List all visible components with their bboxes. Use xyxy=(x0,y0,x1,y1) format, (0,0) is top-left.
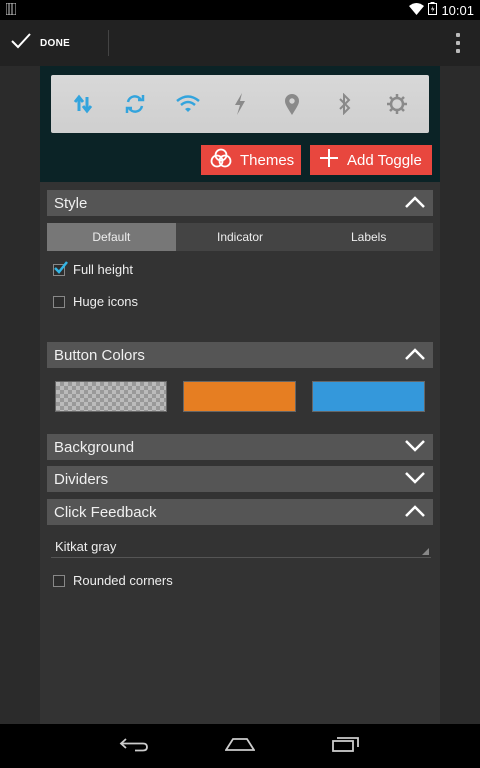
huge-icons-checkbox[interactable] xyxy=(53,295,65,308)
add-toggle-button[interactable]: Add Toggle xyxy=(310,145,432,175)
rounded-corners-option[interactable]: Rounded corners xyxy=(53,573,173,588)
chevron-down-icon xyxy=(405,439,425,456)
sync-data-icon[interactable] xyxy=(69,90,97,118)
huge-icons-label: Huge icons xyxy=(73,294,139,309)
widget-preview: Themes Add Toggle xyxy=(40,66,440,182)
full-height-option[interactable]: Full height xyxy=(53,260,133,277)
tab-indicator[interactable]: Indicator xyxy=(176,223,305,251)
wifi-icon[interactable] xyxy=(174,90,202,118)
transparent-color-swatch[interactable] xyxy=(55,381,167,412)
tab-default[interactable]: Default xyxy=(47,223,176,251)
navigation-bar xyxy=(0,724,480,768)
done-button[interactable]: DONE xyxy=(0,20,82,66)
style-section-header[interactable]: Style xyxy=(47,190,433,216)
autorotate-icon[interactable] xyxy=(121,90,149,118)
back-button[interactable] xyxy=(112,731,156,761)
chevron-up-icon xyxy=(405,347,425,364)
recent-apps-button[interactable] xyxy=(324,731,368,761)
click-feedback-dropdown[interactable]: Kitkat gray xyxy=(51,536,431,558)
wifi-signal-icon xyxy=(409,2,425,18)
battery-icon xyxy=(428,2,438,18)
home-button[interactable] xyxy=(218,731,262,761)
location-icon[interactable] xyxy=(278,90,306,118)
back-icon xyxy=(119,736,149,757)
dividers-section-title: Dividers xyxy=(54,470,109,488)
button-colors-section-title: Button Colors xyxy=(54,346,145,364)
full-height-label: Full height xyxy=(73,262,133,277)
tab-labels[interactable]: Labels xyxy=(304,223,433,251)
dividers-section-header[interactable]: Dividers xyxy=(47,466,433,492)
style-tabs: Default Indicator Labels xyxy=(47,223,433,251)
toggle-bar xyxy=(51,75,429,133)
style-section-title: Style xyxy=(54,194,88,212)
brightness-icon[interactable] xyxy=(383,90,411,118)
chevron-up-icon xyxy=(405,195,425,212)
rounded-corners-checkbox[interactable] xyxy=(53,574,65,587)
flash-icon[interactable] xyxy=(226,90,254,118)
done-label: DONE xyxy=(40,37,71,49)
checkmark-icon xyxy=(10,32,32,55)
orange-color-swatch[interactable] xyxy=(183,381,296,412)
status-bar: 10:01 xyxy=(0,0,480,20)
click-feedback-value: Kitkat gray xyxy=(55,539,117,554)
recent-apps-icon xyxy=(332,736,360,757)
overflow-menu-button[interactable] xyxy=(454,33,462,53)
action-bar: DONE xyxy=(0,20,480,66)
home-icon xyxy=(224,737,256,756)
notification-icon xyxy=(5,2,17,18)
dropdown-arrow-icon xyxy=(422,548,429,555)
background-section-title: Background xyxy=(54,438,135,456)
plus-icon xyxy=(319,148,339,172)
themes-icon xyxy=(210,148,232,172)
settings-panel: Themes Add Toggle Style Default Indicato… xyxy=(40,66,440,724)
click-feedback-section-header[interactable]: Click Feedback xyxy=(47,499,433,525)
bluetooth-icon[interactable] xyxy=(331,90,359,118)
blue-color-swatch[interactable] xyxy=(312,381,425,412)
chevron-up-icon xyxy=(405,504,425,521)
full-height-checkbox[interactable] xyxy=(53,260,68,276)
themes-label: Themes xyxy=(240,151,295,169)
chevron-down-icon xyxy=(405,471,425,488)
clock: 10:01 xyxy=(441,2,474,18)
button-colors-section-header[interactable]: Button Colors xyxy=(47,342,433,368)
add-toggle-label: Add Toggle xyxy=(347,151,422,169)
action-bar-divider xyxy=(108,30,110,56)
themes-button[interactable]: Themes xyxy=(201,145,301,175)
click-feedback-section-title: Click Feedback xyxy=(54,503,157,521)
rounded-corners-label: Rounded corners xyxy=(73,573,173,588)
background-section-header[interactable]: Background xyxy=(47,434,433,460)
huge-icons-option[interactable]: Huge icons xyxy=(53,294,138,309)
